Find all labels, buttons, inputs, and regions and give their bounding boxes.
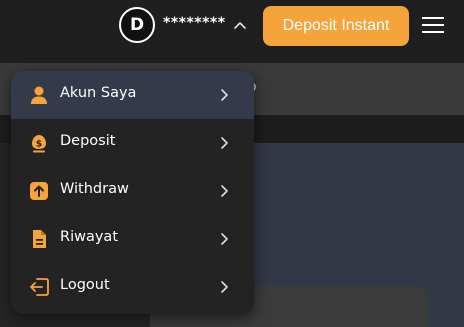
chevron-right-icon — [221, 185, 228, 197]
top-bar: D ******** Deposit Instant — [0, 0, 464, 63]
chevron-right-icon — [221, 233, 228, 245]
account-dropdown-menu: Akun Saya $ Deposit Withdraw Riwayat Log… — [11, 71, 254, 314]
menu-item-label: Deposit — [60, 133, 116, 149]
menu-item-riwayat[interactable]: Riwayat — [11, 215, 254, 263]
menu-item-label: Riwayat — [60, 229, 118, 245]
chevron-right-icon — [221, 137, 228, 149]
avatar[interactable]: D — [119, 7, 155, 43]
svg-text:$: $ — [36, 140, 42, 150]
arrow-up-box-icon — [30, 182, 48, 200]
chevron-right-icon — [221, 89, 228, 101]
avatar-initial: D — [129, 15, 145, 35]
menu-item-akun-saya[interactable]: Akun Saya — [11, 71, 254, 119]
menu-item-label: Withdraw — [60, 181, 129, 197]
menu-item-deposit[interactable]: $ Deposit — [11, 119, 254, 167]
chevron-up-icon[interactable] — [233, 20, 247, 30]
chevron-right-icon — [221, 281, 228, 293]
masked-username[interactable]: ******** — [163, 15, 226, 31]
menu-item-withdraw[interactable]: Withdraw — [11, 167, 254, 215]
money-bag-icon: $ — [32, 135, 46, 153]
menu-item-logout[interactable]: Logout — [11, 263, 254, 311]
document-icon — [33, 230, 46, 248]
user-icon — [31, 86, 47, 104]
deposit-instant-button[interactable]: Deposit Instant — [263, 6, 409, 46]
logout-icon — [30, 278, 49, 296]
hamburger-menu-icon[interactable] — [422, 15, 444, 35]
menu-item-label: Logout — [60, 277, 110, 293]
menu-item-label: Akun Saya — [60, 85, 137, 101]
